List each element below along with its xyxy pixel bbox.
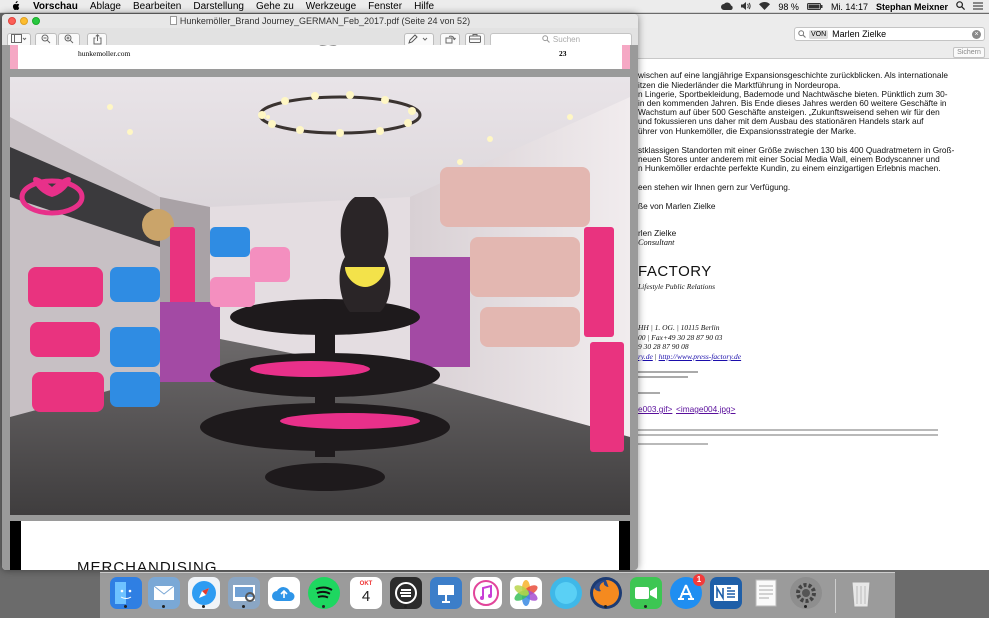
rotate-icon <box>445 35 456 44</box>
wifi-icon[interactable] <box>759 1 771 12</box>
mail-icon[interactable] <box>148 577 180 609</box>
finder-icon[interactable] <box>110 577 142 609</box>
menu-gehe-zu[interactable]: Gehe zu <box>256 0 294 13</box>
menubar-user[interactable]: Stephan Meixner <box>876 2 948 12</box>
attachment-image003[interactable]: e003.gif> <box>638 404 672 415</box>
mail-text-line: ührer von Hunkemöller, die Expansionsstr… <box>638 126 857 136</box>
safari-icon[interactable] <box>188 577 220 609</box>
menu-darstellung[interactable]: Darstellung <box>193 0 244 13</box>
search-token[interactable]: VON <box>809 29 829 39</box>
disclaimer-line <box>638 429 938 431</box>
search-icon <box>542 35 550 43</box>
attachment-image004[interactable]: <image004.jpg> <box>676 404 736 415</box>
keynote-icon[interactable] <box>430 577 462 609</box>
preview-window: Hunkemöller_Brand Journey_GERMAN_Feb_201… <box>2 14 638 570</box>
calendar-month: OKT <box>359 581 373 587</box>
pen-icon <box>408 34 428 44</box>
menu-werkzeuge[interactable]: Werkzeuge <box>306 0 356 13</box>
zoom-in-icon <box>64 34 74 44</box>
battery-percent[interactable]: 98 % <box>778 2 799 12</box>
zoom-out-icon <box>41 34 51 44</box>
zoom-window-button[interactable] <box>32 17 40 25</box>
mail-body: wischen auf eine langjährige Expansionsg… <box>630 60 989 570</box>
apple-menu-icon[interactable] <box>11 0 21 12</box>
mail-text-line: n Hunkemöller erdachte perfekte Kundin, … <box>638 163 941 173</box>
app-store-badge: 1 <box>693 574 705 586</box>
page-number: 23 <box>559 49 567 58</box>
dock: OKT 4 1 <box>100 572 895 618</box>
firefox-icon[interactable] <box>590 577 622 609</box>
app-e-icon[interactable] <box>390 577 422 609</box>
facetime-icon[interactable] <box>630 577 662 609</box>
signature-links: ry.de | http://www.press-factory.de <box>638 352 742 361</box>
sidebar-icon <box>11 34 27 43</box>
photos-icon[interactable] <box>510 577 542 609</box>
signature-tagline: Lifestyle Public Relations <box>638 282 716 291</box>
menu-bar: Vorschau Ablage Bearbeiten Darstellung G… <box>0 0 989 13</box>
preview-app-icon[interactable] <box>228 577 260 609</box>
dock-divider <box>835 579 836 613</box>
search-icon <box>798 30 806 38</box>
itunes-icon[interactable] <box>470 577 502 609</box>
search-query: Marlen Zielke <box>832 29 887 39</box>
store-interior-photo <box>10 77 630 515</box>
next-pdf-page: MERCHANDISING <box>10 521 630 570</box>
menu-hilfe[interactable]: Hilfe <box>414 0 434 13</box>
toolbox-icon <box>469 34 481 43</box>
close-window-button[interactable] <box>8 17 16 25</box>
menu-app-name[interactable]: Vorschau <box>33 0 78 13</box>
textedit-icon[interactable] <box>750 577 782 609</box>
pdf-page-footer: hunkemoller.com 23 <box>10 45 630 69</box>
signature-follow-label <box>638 392 660 394</box>
signature-title: Consultant <box>638 238 675 247</box>
trash-icon[interactable] <box>845 577 877 609</box>
mail-signoff: ße von Marlen Zielke <box>638 201 716 211</box>
volume-icon[interactable] <box>741 1 752 12</box>
window-title: Hunkemöller_Brand Journey_GERMAN_Feb_201… <box>179 16 471 26</box>
creative-cloud-icon[interactable] <box>721 1 734 12</box>
signature-email-link[interactable]: ry.de <box>638 352 653 361</box>
signature-fax: 00 | Fax+49 30 28 87 90 03 <box>638 333 723 342</box>
menu-fenster[interactable]: Fenster <box>368 0 402 13</box>
menubar-clock[interactable]: Mi. 14:17 <box>831 2 868 12</box>
signature-phone: 9 30 28 87 90 08 <box>638 342 689 351</box>
signature-fine-print <box>638 371 698 373</box>
disclaimer-line <box>638 443 708 445</box>
menu-ablage[interactable]: Ablage <box>90 0 121 13</box>
merchandising-heading: MERCHANDISING <box>77 559 218 570</box>
signature-company: FACTORY <box>638 263 712 280</box>
calendar-day: 4 <box>361 588 371 605</box>
spotlight-icon[interactable] <box>956 1 966 12</box>
save-search-button[interactable]: Sichern <box>953 47 985 58</box>
battery-icon[interactable] <box>806 2 823 12</box>
calendar-icon[interactable]: OKT 4 <box>350 577 382 609</box>
disclaimer-line <box>638 434 938 436</box>
title-bar[interactable]: Hunkemöller_Brand Journey_GERMAN_Feb_201… <box>2 14 638 28</box>
app-store-icon[interactable]: 1 <box>670 574 705 609</box>
teal-app-icon[interactable] <box>550 577 582 609</box>
status-menus: 98 % Mi. 14:17 Stephan Meixner <box>721 0 983 13</box>
mail-text-line: een stehen wir Ihnen gern zur Verfügung. <box>638 182 791 192</box>
search-placeholder: Suchen <box>552 35 581 44</box>
menu-bearbeiten[interactable]: Bearbeiten <box>133 0 181 13</box>
document-view[interactable]: hunkemoller.com 23 MERCHANDISING <box>2 45 638 570</box>
cloud-upload-icon[interactable] <box>268 577 300 609</box>
signature-fine-print <box>638 376 688 378</box>
system-preferences-icon[interactable] <box>790 577 822 609</box>
minimize-window-button[interactable] <box>20 17 28 25</box>
signature-address: HH | 1. OG. | 10115 Berlin <box>638 323 720 332</box>
spotify-icon[interactable] <box>308 577 340 609</box>
notification-center-icon[interactable] <box>973 1 983 12</box>
clear-search-icon[interactable]: × <box>972 30 981 39</box>
pdf-file-icon <box>169 16 177 25</box>
page-site-url: hunkemoller.com <box>78 49 131 58</box>
signature-web-link[interactable]: http://www.press-factory.de <box>659 352 742 361</box>
news-app-icon[interactable] <box>710 577 742 609</box>
mail-search-field[interactable]: VON Marlen Zielke × <box>794 27 985 41</box>
hunkemoller-bow-logo <box>318 45 338 50</box>
share-icon <box>93 34 101 45</box>
